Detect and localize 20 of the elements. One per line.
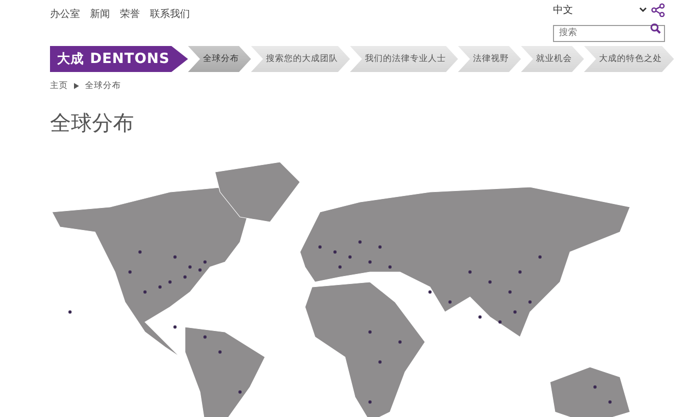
top-link[interactable]: 新闻	[90, 7, 110, 19]
logo[interactable]: 大成 DENTONS	[50, 46, 188, 72]
chevron-right-icon	[74, 83, 79, 89]
search-icon[interactable]	[650, 23, 661, 34]
nav-tab[interactable]: 我们的法律专业人士	[350, 46, 458, 72]
nav-tab[interactable]: 搜索您的大成团队	[251, 46, 350, 72]
top-link[interactable]: 荣誉	[120, 7, 140, 19]
nav-tab[interactable]: 法律视野	[458, 46, 521, 72]
language-dropdown[interactable]: 中文	[553, 3, 647, 17]
breadcrumb-link[interactable]: 全球分布	[85, 80, 121, 92]
search-field[interactable]: 搜索	[553, 24, 665, 42]
chevron-down-icon	[639, 7, 647, 13]
breadcrumb-link[interactable]: 主页	[50, 80, 68, 92]
share-icon[interactable]	[651, 3, 665, 17]
nav-tab[interactable]: 全球分布	[188, 46, 251, 72]
nav-tab[interactable]: 就业机会	[521, 46, 584, 72]
top-link[interactable]: 办公室	[50, 7, 80, 19]
page-title: 全球分布	[50, 110, 134, 136]
nav-tab[interactable]: 大成的特色之处	[584, 46, 674, 72]
top-link[interactable]: 联系我们	[150, 7, 190, 19]
